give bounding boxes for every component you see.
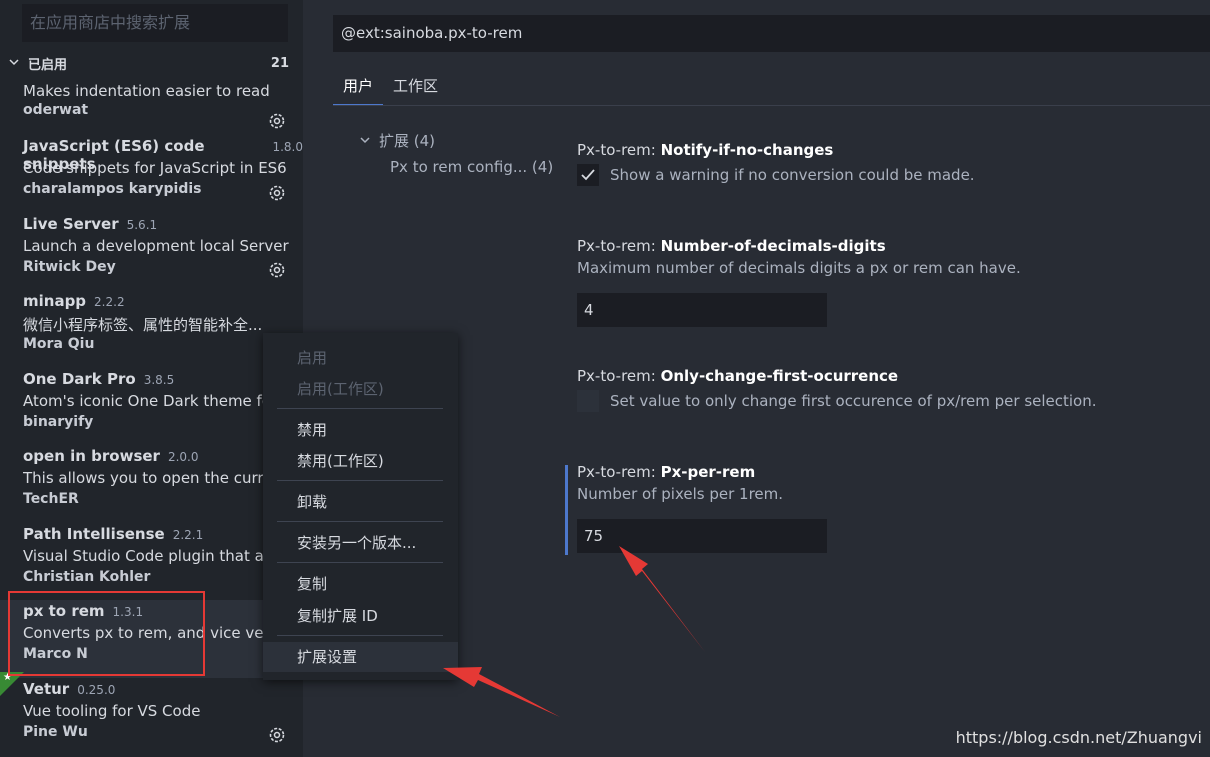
tab-user[interactable]: 用户 [333,72,384,106]
ext-author: Marco N [23,646,88,662]
list-item-selected[interactable]: px to rem 1.3.1 Converts px to rem, and … [0,600,303,678]
ext-description: This allows you to open the curren [23,469,282,487]
gear-icon[interactable] [267,111,287,131]
list-item[interactable]: Live Server 5.6.1 Launch a development l… [0,213,303,291]
list-item[interactable]: Makes indentation easier to read oderwat [0,80,303,135]
setting-title: Px-to-rem: Px-per-rem [577,463,756,481]
ext-author: oderwat [23,102,89,118]
star-icon: ★ [3,671,12,683]
menu-item-disable[interactable]: 禁用 [263,415,458,445]
ext-author: Ritwick Dey [23,258,116,275]
menu-item-enable[interactable]: 启用 [263,343,458,373]
ext-name: Path Intellisense [23,524,165,543]
menu-item-uninstall[interactable]: 卸载 [263,487,458,517]
toc-item-px-to-rem[interactable]: Px to rem config... (4) [359,154,553,180]
settings-scope-tabs: 用户 工作区 [333,72,448,106]
ext-version: 0.25.0 [77,682,116,697]
ext-description: 微信小程序标签、属性的智能补全... [23,316,263,334]
settings-search-input[interactable]: @ext:sainoba.px-to-rem [333,15,1210,52]
ext-version: 1.8.0 [272,140,303,154]
list-item[interactable]: minapp 2.2.2 微信小程序标签、属性的智能补全... Mora Qiu [0,290,303,368]
extensions-sidebar: 在应用商店中搜索扩展 已启用 21 Makes indentation easi… [0,0,303,757]
ext-author: TechER [23,491,79,507]
ext-description: Vue tooling for VS Code [23,701,201,720]
watermark: https://blog.csdn.net/Zhuangvi [955,728,1202,747]
enabled-section-header[interactable]: 已启用 21 [0,50,303,76]
setting-title: Px-to-rem: Notify-if-no-changes [577,141,834,159]
gear-icon[interactable] [267,183,287,203]
extension-list: Makes indentation easier to read oderwat… [0,80,303,755]
setting-number-of-decimals-digits: Px-to-rem: Number-of-decimals-digits Max… [577,237,1021,327]
menu-item-install-another-version[interactable]: 安装另一个版本... [263,528,458,558]
menu-item-extension-settings[interactable]: 扩展设置 [263,642,458,672]
ext-author: Christian Kohler [23,568,151,585]
setting-title: Px-to-rem: Only-change-first-ocurrence [577,367,899,385]
ext-author: Pine Wu [23,723,88,740]
ext-author: binaryify [23,413,94,430]
ext-author: charalampos karypidis [23,181,202,197]
chevron-down-icon [359,129,379,155]
menu-separator [277,480,443,481]
only-first-checkbox[interactable] [577,390,599,412]
gear-icon[interactable] [267,725,287,745]
ext-version: 2.0.0 [167,450,199,464]
ext-description: Atom's iconic One Dark theme for [23,391,278,410]
setting-description: Maximum number of decimals digits a px o… [577,259,1021,277]
menu-item-copy-extension-id[interactable]: 复制扩展 ID [263,601,458,631]
vscode-window: 在应用商店中搜索扩展 已启用 21 Makes indentation easi… [0,0,1210,757]
extension-context-menu: 启用 启用(工作区) 禁用 禁用(工作区) 卸载 安装另一个版本... 复制 复… [263,333,458,680]
list-item[interactable]: JavaScript (ES6) code snippets 1.8.0 Cod… [0,135,303,213]
ext-version: 3.8.5 [143,372,175,387]
menu-item-disable-workspace[interactable]: 禁用(工作区) [263,446,458,476]
setting-description: Show a warning if no conversion could be… [610,166,975,184]
notify-checkbox[interactable] [577,164,599,186]
setting-description: Number of pixels per 1rem. [577,485,784,503]
ext-description: Converts px to rem, and vice versa [23,624,287,642]
tab-workspace[interactable]: 工作区 [383,72,448,106]
chevron-down-icon [8,56,22,71]
ext-author: Mora Qiu [23,336,95,352]
setting-only-change-first-ocurrence: Px-to-rem: Only-change-first-ocurrence S… [577,367,1097,413]
ext-name: Live Server [23,214,119,233]
setting-description: Set value to only change first occurence… [610,392,1097,410]
list-item[interactable]: ★ Vetur 0.25.0 Vue tooling for VS Code P… [0,671,303,756]
ext-name: One Dark Pro [23,369,136,388]
decimals-digits-input[interactable]: 4 [577,293,827,327]
ext-description: Launch a development local Server ... [23,236,293,255]
setting-title: Px-to-rem: Number-of-decimals-digits [577,237,886,255]
toc-group-label: 扩展 (4) [379,132,436,150]
list-item[interactable]: Path Intellisense 2.2.1 Visual Studio Co… [0,523,303,601]
list-item[interactable]: open in browser 2.0.0 This allows you to… [0,445,303,523]
menu-separator [277,635,443,636]
menu-separator [277,521,443,522]
ext-version: 1.3.1 [112,605,144,619]
menu-separator [277,408,443,409]
settings-toc: 扩展 (4) Px to rem config... (4) [359,128,553,180]
section-title: 已启用 [28,57,68,73]
extension-search-input[interactable]: 在应用商店中搜索扩展 [22,4,288,42]
ext-name: open in browser [23,447,160,465]
tab-divider [333,105,1210,106]
toc-group-extensions[interactable]: 扩展 (4) [359,128,553,154]
ext-description: Makes indentation easier to read [23,82,270,100]
ext-version: 2.2.2 [94,295,125,309]
ext-name: px to rem [23,602,105,620]
ext-description: Code snippets for JavaScript in ES6 ... [23,159,293,177]
setting-notify-if-no-changes: Px-to-rem: Notify-if-no-changes Show a w… [577,141,975,187]
ext-name: Vetur [23,679,70,698]
gear-icon[interactable] [267,260,287,280]
list-item[interactable]: One Dark Pro 3.8.5 Atom's iconic One Dar… [0,368,303,446]
ext-description: Visual Studio Code plugin that au [23,546,274,565]
ext-version: 5.6.1 [126,217,158,232]
menu-separator [277,562,443,563]
px-per-rem-input[interactable]: 75 [577,519,827,553]
section-count: 21 [270,55,289,71]
menu-item-copy[interactable]: 复制 [263,569,458,599]
ext-version: 2.2.1 [172,527,204,542]
setting-focus-indicator [565,465,568,555]
ext-name: minapp [23,292,87,310]
menu-item-enable-workspace[interactable]: 启用(工作区) [263,374,458,404]
setting-px-per-rem: Px-to-rem: Px-per-rem Number of pixels p… [577,463,827,553]
